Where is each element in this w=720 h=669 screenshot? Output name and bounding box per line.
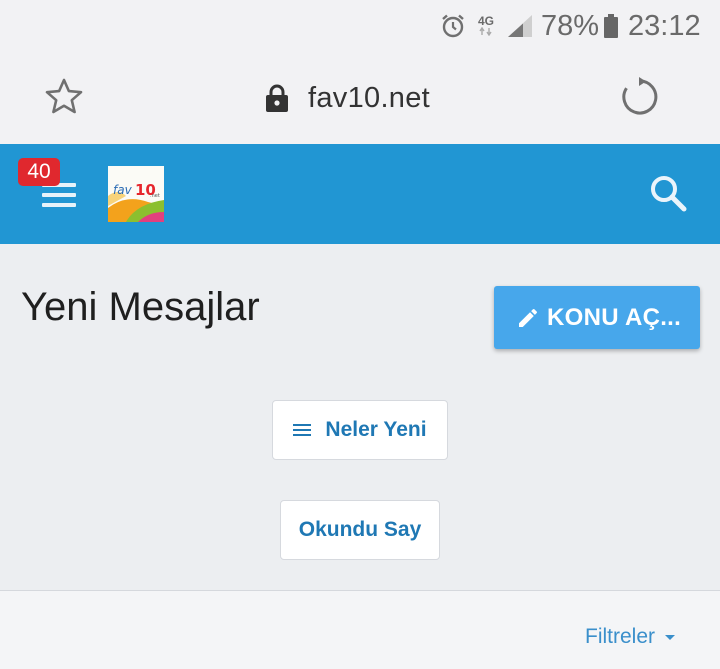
browser-toolbar: fav10.net [0,52,720,144]
alarm-icon [440,0,466,52]
battery-percent: 78% [541,9,600,42]
svg-text:fav: fav [113,183,133,197]
site-logo[interactable]: fav 10 .net [108,166,164,222]
svg-text:.net: .net [150,193,160,199]
search-button[interactable] [648,173,690,215]
whats-new-label: Neler Yeni [325,418,427,441]
list-icon [293,423,312,437]
notification-badge[interactable]: 40 [18,158,60,186]
star-icon[interactable] [44,77,84,122]
logo-image: fav 10 .net [108,166,164,222]
lock-icon [264,83,290,113]
battery-icon [603,0,619,52]
page-title: Yeni Mesajlar [21,285,260,329]
mark-read-label: Okundu Say [298,518,422,541]
menu-icon-line [42,193,76,197]
pencil-icon [516,306,540,330]
mark-read-button[interactable]: Okundu Say [280,500,440,560]
signal-icon [506,0,534,52]
network-indicator: 4G [478,0,494,52]
filters-label: Filtreler [585,625,656,648]
data-arrows-icon [479,27,492,36]
menu-icon-line [42,203,76,207]
network-type: 4G [478,14,495,28]
search-icon [651,176,687,212]
site-header: fav 10 .net [0,144,720,244]
address-bar[interactable]: fav10.net [264,52,430,144]
filters-button[interactable]: Filtreler [585,625,676,649]
chevron-down-icon [665,634,676,640]
reload-icon[interactable] [620,76,660,123]
whats-new-button[interactable]: Neler Yeni [272,400,448,460]
new-thread-button[interactable]: KONU AÇ... [494,286,700,349]
new-thread-label: KONU AÇ... [547,303,682,331]
url-text: fav10.net [308,81,431,114]
status-bar: 4G 78% 23:12 [0,0,720,52]
clock: 23:12 [628,9,701,42]
